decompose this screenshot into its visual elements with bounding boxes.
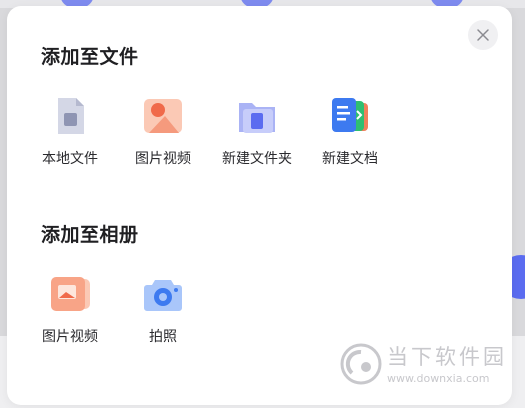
camera-button[interactable]: 拍照 [118,272,208,346]
image-video-icon [141,94,185,138]
local-file-icon [48,94,92,138]
close-button[interactable] [468,20,498,50]
image-video-label: 图片视频 [135,151,191,167]
new-document-label: 新建文档 [322,151,378,167]
new-document-button[interactable]: 新建文档 [305,94,395,168]
local-file-label: 本地文件 [42,151,98,167]
new-folder-label: 新建文件夹 [222,151,292,167]
watermark-text: 当下软件园 [387,345,507,369]
image-video-button[interactable]: 图片视频 [118,94,208,168]
local-file-button[interactable]: 本地文件 [25,94,115,168]
camera-label: 拍照 [149,329,177,345]
section-title-album: 添加至相册 [41,224,139,246]
watermark-url: www.downxia.com [387,372,490,385]
album-image-video-label: 图片视频 [42,329,98,345]
camera-icon [141,272,185,316]
watermark: 当下软件园 www.downxia.com [340,338,510,388]
album-image-video-button[interactable]: 图片视频 [25,272,115,346]
close-icon [477,29,489,41]
section-title-files: 添加至文件 [41,46,139,68]
new-document-icon [328,94,372,138]
album-image-video-icon [48,272,92,316]
new-folder-button[interactable]: 新建文件夹 [212,94,302,168]
watermark-logo-icon [340,343,382,385]
new-folder-icon [235,94,279,138]
